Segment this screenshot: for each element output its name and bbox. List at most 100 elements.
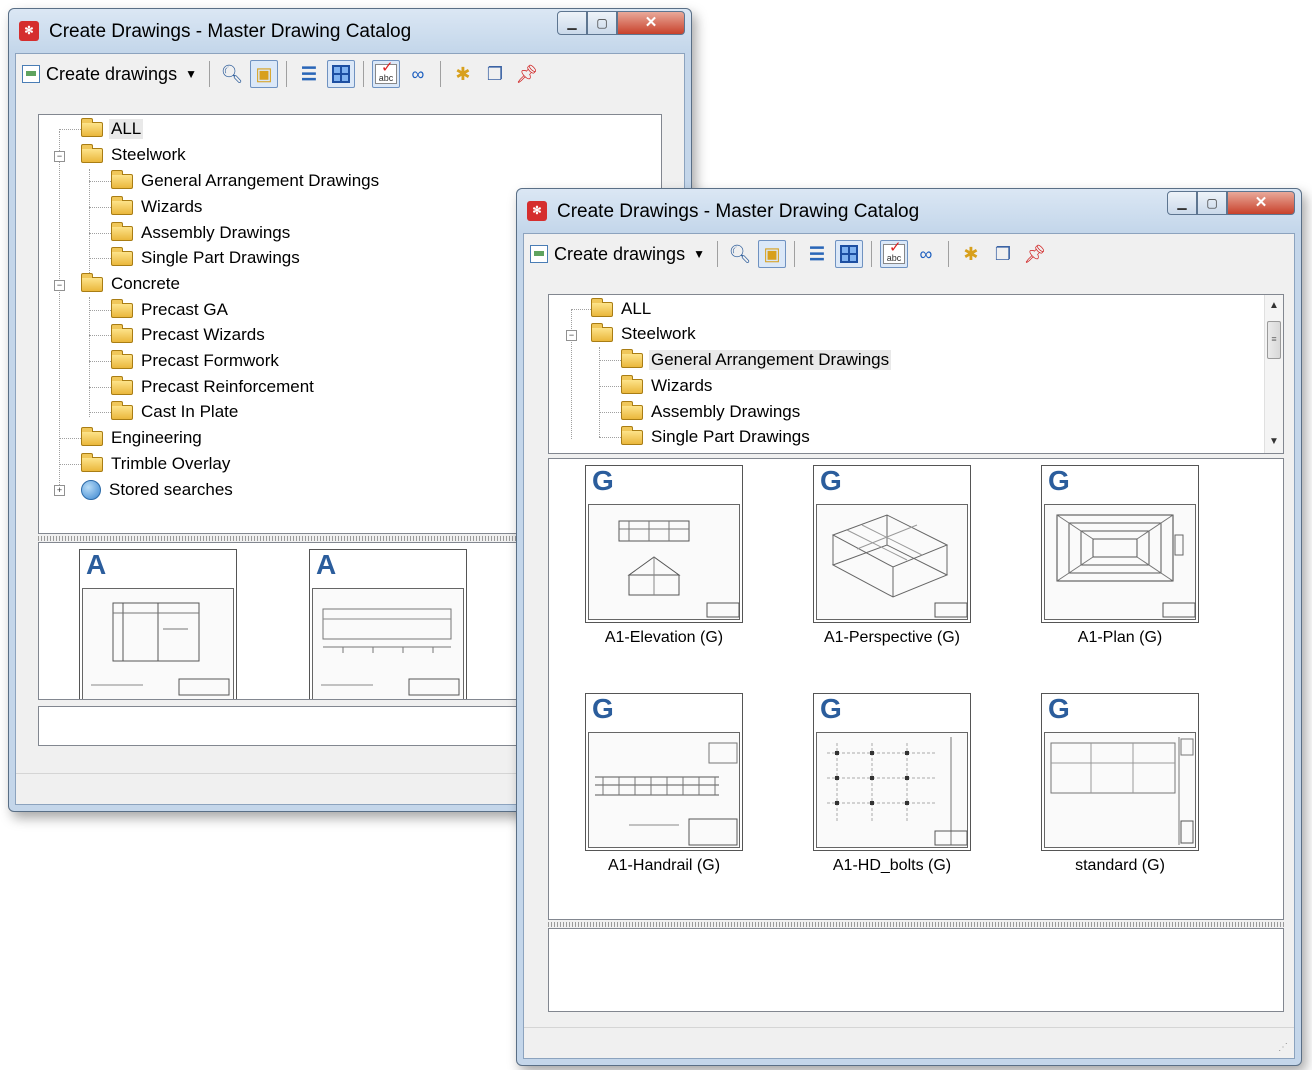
drawing-preview-graphic <box>91 602 230 696</box>
tree-item-steelwork[interactable]: Steelwork <box>591 322 698 346</box>
dropdown-arrow-icon[interactable]: ▼ <box>693 247 705 261</box>
tree-item-wizards[interactable]: Wizards <box>111 195 204 219</box>
create-drawings-button[interactable]: Create drawings ▼ <box>22 64 197 85</box>
drawing-sheet-preview <box>1044 504 1196 620</box>
tree-item-precast-wizards[interactable]: Precast Wizards <box>111 323 267 347</box>
toolbar-separator <box>793 241 795 267</box>
find-button[interactable]: ∞ <box>404 60 432 88</box>
tree-item-steelwork[interactable]: Steelwork <box>81 143 188 167</box>
find-button[interactable]: ∞ <box>912 240 940 268</box>
scroll-thumb[interactable]: ≡ <box>1267 321 1281 359</box>
copy-button[interactable]: ❐ <box>481 60 509 88</box>
maximize-button[interactable]: ▢ <box>587 11 617 35</box>
toolbar-separator <box>439 61 441 87</box>
tree-item-general-arrangement[interactable]: General Arrangement Drawings <box>111 169 381 193</box>
copy-button[interactable]: ❐ <box>989 240 1017 268</box>
tree-item-precast-reinforcement[interactable]: Precast Reinforcement <box>111 375 316 399</box>
window-title: Create Drawings - Master Drawing Catalog <box>49 21 412 42</box>
close-button[interactable]: ✕ <box>617 11 685 35</box>
drawing-thumbnail[interactable]: G <box>1041 465 1199 623</box>
new-item-icon: ✱ <box>455 64 471 84</box>
pin-button[interactable]: 📌︎ <box>513 60 541 88</box>
drawing-preview-graphic <box>595 742 738 846</box>
drawing-type-letter: G <box>1048 693 1070 724</box>
tree-line <box>89 181 111 182</box>
scroll-up-icon[interactable]: ▲ <box>1265 297 1283 315</box>
copy-document-icon: ❐ <box>486 64 504 84</box>
list-view-button[interactable]: ☰ <box>295 60 323 88</box>
search-button[interactable]: 🔍︎ <box>726 240 754 268</box>
drawing-sheet-preview <box>1044 732 1196 848</box>
window-client-area: Create drawings ▼ 🔍︎ ▣ ☰ abc ∞ ✱ ❐ 📌︎ <box>523 233 1295 1059</box>
spellcheck-icon: abc <box>882 239 905 264</box>
tree-scrollbar[interactable]: ▲ ≡ ▼ <box>1264 295 1283 453</box>
minimize-button[interactable]: ▁ <box>557 11 587 35</box>
tree-item-engineering[interactable]: Engineering <box>81 426 204 450</box>
catalog-tree[interactable]: ALL − Steelwork General Arrangement Draw… <box>548 294 1284 454</box>
drawing-thumbnail[interactable]: G <box>1041 693 1199 851</box>
drawing-thumbnail[interactable]: A <box>309 549 467 699</box>
preview-toggle-button[interactable]: ▣ <box>249 60 278 88</box>
create-drawings-button[interactable]: Create drawings ▼ <box>530 244 705 265</box>
drawing-thumbnail[interactable]: G <box>585 693 743 851</box>
collapse-icon[interactable]: − <box>54 280 65 291</box>
tree-line <box>59 438 81 439</box>
drawing-thumbnail[interactable]: A <box>79 549 237 699</box>
tree-item-assembly[interactable]: Assembly Drawings <box>621 400 802 424</box>
create-drawings-icon <box>530 245 548 263</box>
preview-toggle-button[interactable]: ▣ <box>757 240 786 268</box>
drawing-thumbnail[interactable]: G <box>585 465 743 623</box>
tree-item-stored-searches[interactable]: Stored searches <box>81 478 235 502</box>
new-button[interactable]: ✱ <box>957 240 985 268</box>
tree-item-general-arrangement[interactable]: General Arrangement Drawings <box>621 348 892 372</box>
tree-item-precast-ga[interactable]: Precast GA <box>111 298 230 322</box>
drawing-thumbnail[interactable]: G <box>813 693 971 851</box>
check-button[interactable]: abc <box>371 59 400 88</box>
search-button[interactable]: 🔍︎ <box>218 60 246 88</box>
tree-item-label: Precast GA <box>141 300 228 319</box>
tree-item-wizards[interactable]: Wizards <box>621 374 714 398</box>
tree-line <box>59 464 81 465</box>
tree-item-label: General Arrangement Drawings <box>141 171 380 190</box>
thumbnail-view-button[interactable] <box>326 60 355 88</box>
tree-item-single-part[interactable]: Single Part Drawings <box>111 246 302 270</box>
drawing-type-letter: A <box>316 549 337 580</box>
status-bar: ⋰ <box>524 1027 1294 1058</box>
tree-item-label: Steelwork <box>111 145 186 164</box>
tree-item-precast-formwork[interactable]: Precast Formwork <box>111 349 281 373</box>
pin-button[interactable]: 📌︎ <box>1021 240 1049 268</box>
tree-item-all[interactable]: ALL <box>591 297 653 321</box>
collapse-icon[interactable]: − <box>54 151 65 162</box>
tekla-app-icon: ✻ <box>19 21 39 41</box>
drawing-thumbnail[interactable]: G <box>813 465 971 623</box>
tree-line <box>599 386 621 387</box>
search-globe-icon <box>81 480 101 500</box>
collapse-icon[interactable]: − <box>566 330 577 341</box>
close-button[interactable]: ✕ <box>1227 191 1295 215</box>
drawing-type-letter: G <box>592 693 614 724</box>
scroll-down-icon[interactable]: ▼ <box>1265 433 1283 451</box>
title-bar[interactable]: ✻ Create Drawings - Master Drawing Catal… <box>517 189 1301 233</box>
resize-grip-icon[interactable]: ⋰ <box>1278 1042 1290 1054</box>
splitter-handle[interactable] <box>548 922 1284 927</box>
maximize-button[interactable]: ▢ <box>1197 191 1227 215</box>
dropdown-arrow-icon[interactable]: ▼ <box>185 67 197 81</box>
title-bar[interactable]: ✻ Create Drawings - Master Drawing Catal… <box>9 9 691 53</box>
folder-icon <box>81 143 103 163</box>
expand-icon[interactable]: + <box>54 485 65 496</box>
tree-item-trimble-overlay[interactable]: Trimble Overlay <box>81 452 232 476</box>
folder-icon <box>81 452 103 472</box>
toolbar-separator <box>362 61 364 87</box>
tree-item-assembly[interactable]: Assembly Drawings <box>111 221 292 245</box>
tree-item-concrete[interactable]: Concrete <box>81 272 182 296</box>
tree-item-cast-in-plate[interactable]: Cast In Plate <box>111 400 240 424</box>
thumbnail-view-button[interactable] <box>834 240 863 268</box>
list-view-button[interactable]: ☰ <box>803 240 831 268</box>
tree-item-all[interactable]: ALL <box>81 117 144 141</box>
new-button[interactable]: ✱ <box>449 60 477 88</box>
drawing-type-letter: G <box>592 465 614 496</box>
folder-icon <box>111 221 133 241</box>
tree-item-single-part[interactable]: Single Part Drawings <box>621 425 812 449</box>
check-button[interactable]: abc <box>879 239 908 268</box>
minimize-button[interactable]: ▁ <box>1167 191 1197 215</box>
